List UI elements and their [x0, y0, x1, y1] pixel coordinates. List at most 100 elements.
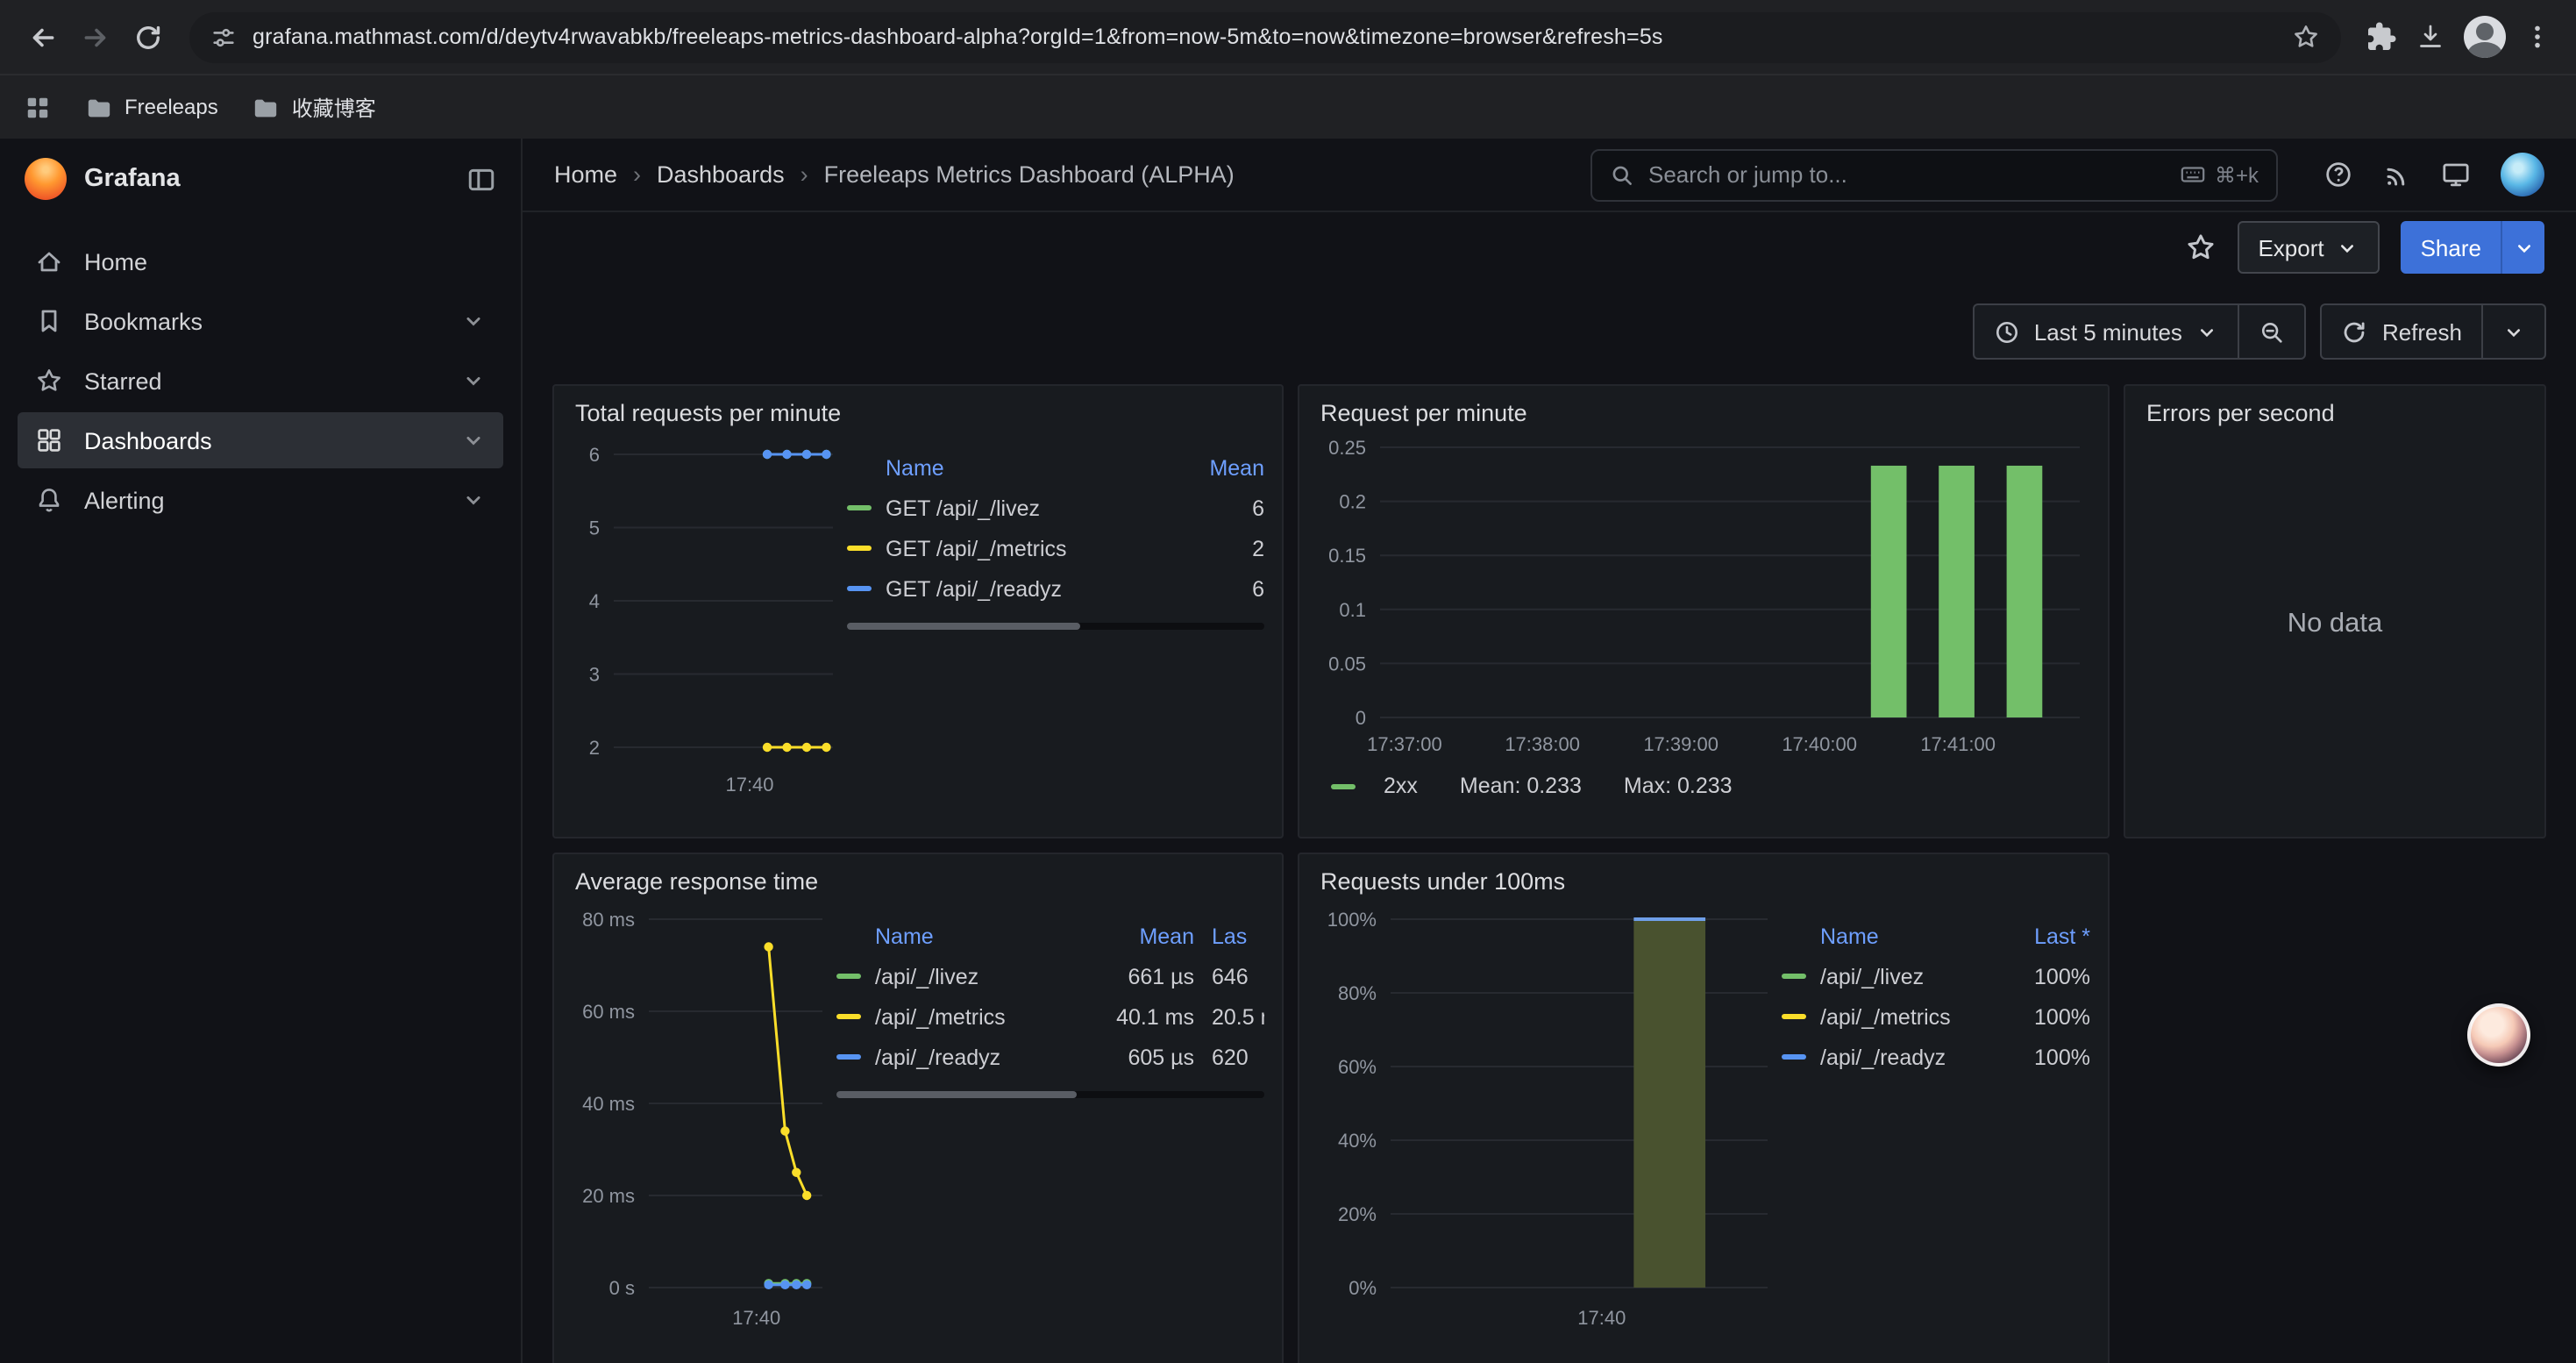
series-color-chip — [847, 586, 872, 591]
legend-header-name[interactable]: Name — [1820, 924, 2006, 949]
breadcrumb-home[interactable]: Home — [554, 161, 617, 188]
time-picker-group: Last 5 minutes — [1973, 303, 2307, 360]
sidebar-item-home[interactable]: Home — [18, 233, 503, 289]
legend-header-name[interactable]: Name — [886, 456, 1163, 481]
panel-title[interactable]: Average response time — [554, 854, 1282, 898]
toolbar-right — [2359, 16, 2558, 58]
sidebar-header: Grafana — [0, 139, 521, 219]
svg-text:17:37:00: 17:37:00 — [1367, 733, 1442, 755]
legend-row[interactable]: /api/_/livez 100% — [1782, 956, 2090, 996]
extensions-button[interactable] — [2366, 21, 2397, 53]
chevron-down-icon[interactable] — [461, 428, 486, 453]
legend-header-mean[interactable]: Mean — [1163, 456, 1264, 481]
svg-text:5: 5 — [589, 517, 600, 539]
sidebar-item-label: Dashboards — [84, 427, 212, 453]
legend-header-last[interactable]: Las — [1194, 924, 1264, 949]
reload-button[interactable] — [123, 12, 172, 61]
panel-title[interactable]: Requests under 100ms — [1299, 854, 2108, 898]
chevron-down-icon — [2196, 320, 2219, 343]
legend-row[interactable]: /api/_/livez 661 µs 646 — [836, 956, 1264, 996]
svg-text:6: 6 — [589, 444, 600, 466]
main-area: Home › Dashboards › Freeleaps Metrics Da… — [523, 139, 2576, 1363]
sidebar-item-bookmarks[interactable]: Bookmarks — [18, 293, 503, 349]
legend-row[interactable]: GET /api/_/livez 6 — [847, 488, 1264, 528]
bookmarks-bar: Freeleaps 收藏博客 — [0, 74, 2576, 139]
panel-body: 6543217:40 Name Mean GET — [554, 430, 1282, 817]
svg-text:0: 0 — [1356, 707, 1366, 729]
panel-body: 0.250.20.150.10.05017:37:0017:38:0017:39… — [1299, 430, 2108, 819]
breadcrumb-current: Freeleaps Metrics Dashboard (ALPHA) — [824, 161, 1235, 188]
panel-body: No data — [2125, 430, 2544, 819]
folder-icon — [253, 94, 280, 120]
legend-row[interactable]: /api/_/readyz 605 µs 620 — [836, 1037, 1264, 1077]
export-button[interactable]: Export — [2237, 221, 2380, 274]
share-menu-button[interactable] — [2501, 221, 2544, 274]
apps-grid-icon — [25, 94, 51, 120]
sidebar-collapse-button[interactable] — [466, 164, 496, 194]
forward-icon — [80, 22, 110, 52]
refresh-interval-button[interactable] — [2483, 303, 2546, 360]
url-text[interactable]: grafana.mathmast.com/d/deytv4rwavabkb/fr… — [253, 25, 2276, 49]
panel-title[interactable]: Total requests per minute — [554, 386, 1282, 430]
bookmark-star-icon[interactable] — [2292, 23, 2320, 51]
scrollbar-thumb[interactable] — [847, 623, 1081, 630]
sidebar-item-dashboards[interactable]: Dashboards — [18, 412, 503, 468]
floating-assistant-avatar[interactable] — [2467, 1003, 2530, 1067]
legend-row[interactable]: /api/_/metrics 100% — [1782, 996, 2090, 1037]
legend-header-mean[interactable]: Mean — [1092, 924, 1194, 949]
sidebar-item-label: Alerting — [84, 487, 165, 513]
series-name[interactable]: 2xx — [1384, 774, 1418, 798]
refresh-button[interactable]: Refresh — [2321, 303, 2483, 360]
panel-title[interactable]: Errors per second — [2125, 386, 2544, 430]
refresh-label: Refresh — [2382, 318, 2462, 345]
site-settings-icon[interactable] — [210, 24, 237, 50]
url-bar[interactable]: grafana.mathmast.com/d/deytv4rwavabkb/fr… — [189, 11, 2341, 62]
downloads-button[interactable] — [2415, 21, 2446, 53]
legend-row[interactable]: /api/_/readyz 100% — [1782, 1037, 2090, 1077]
legend-row[interactable]: GET /api/_/metrics 2 — [847, 528, 1264, 568]
svg-text:17:40: 17:40 — [725, 774, 773, 796]
browser-menu-button[interactable] — [2523, 23, 2551, 51]
chevron-down-icon[interactable] — [461, 488, 486, 512]
svg-text:40%: 40% — [1338, 1130, 1377, 1152]
help-button[interactable] — [2323, 160, 2353, 189]
legend-header-name[interactable]: Name — [875, 924, 1092, 949]
breadcrumb-separator: › — [801, 161, 808, 188]
search-input[interactable]: Search or jump to... ⌘+k — [1590, 148, 2278, 201]
favorite-dashboard-button[interactable] — [2184, 232, 2216, 263]
forward-button[interactable] — [70, 12, 119, 61]
bookmark-folder-blogs[interactable]: 收藏博客 — [253, 92, 376, 122]
download-icon — [2415, 21, 2446, 53]
apps-grid-button[interactable] — [25, 94, 51, 120]
sidebar-item-starred[interactable]: Starred — [18, 353, 503, 409]
news-button[interactable] — [2383, 161, 2411, 189]
legend-row[interactable]: /api/_/metrics 40.1 ms 20.5 m — [836, 996, 1264, 1037]
series-mean: Mean: 0.233 — [1460, 774, 1582, 798]
legend-header-last[interactable]: Last * — [2006, 924, 2090, 949]
back-button[interactable] — [18, 12, 67, 61]
panel-title[interactable]: Request per minute — [1299, 386, 2108, 430]
svg-text:80 ms: 80 ms — [582, 909, 635, 931]
sidebar-item-alerting[interactable]: Alerting — [18, 472, 503, 528]
breadcrumb-dashboards[interactable]: Dashboards — [657, 161, 785, 188]
grafana-logo[interactable] — [25, 158, 67, 200]
profile-avatar[interactable] — [2501, 153, 2544, 196]
scrollbar-thumb[interactable] — [836, 1091, 1076, 1098]
time-range-picker[interactable]: Last 5 minutes — [1973, 303, 2240, 360]
kiosk-button[interactable] — [2441, 160, 2471, 189]
breadcrumb: Home › Dashboards › Freeleaps Metrics Da… — [554, 161, 1235, 188]
chevron-down-icon[interactable] — [461, 368, 486, 393]
chevron-down-icon[interactable] — [461, 309, 486, 333]
browser-toolbar: grafana.mathmast.com/d/deytv4rwavabkb/fr… — [0, 0, 2576, 74]
browser-profile-avatar[interactable] — [2464, 16, 2506, 58]
svg-text:20%: 20% — [1338, 1203, 1377, 1225]
folder-icon — [86, 94, 112, 120]
legend-row[interactable]: GET /api/_/readyz 6 — [847, 568, 1264, 609]
share-button[interactable]: Share — [2402, 221, 2501, 274]
total-requests-chart: 6543217:40 — [565, 430, 847, 807]
svg-text:100%: 100% — [1327, 909, 1377, 931]
screen: grafana.mathmast.com/d/deytv4rwavabkb/fr… — [0, 0, 2576, 1363]
zoom-out-button[interactable] — [2240, 303, 2307, 360]
panel-average-response-time: Average response time 80 ms60 ms40 ms20 … — [552, 853, 1284, 1363]
bookmark-folder-freeleaps[interactable]: Freeleaps — [86, 94, 218, 120]
